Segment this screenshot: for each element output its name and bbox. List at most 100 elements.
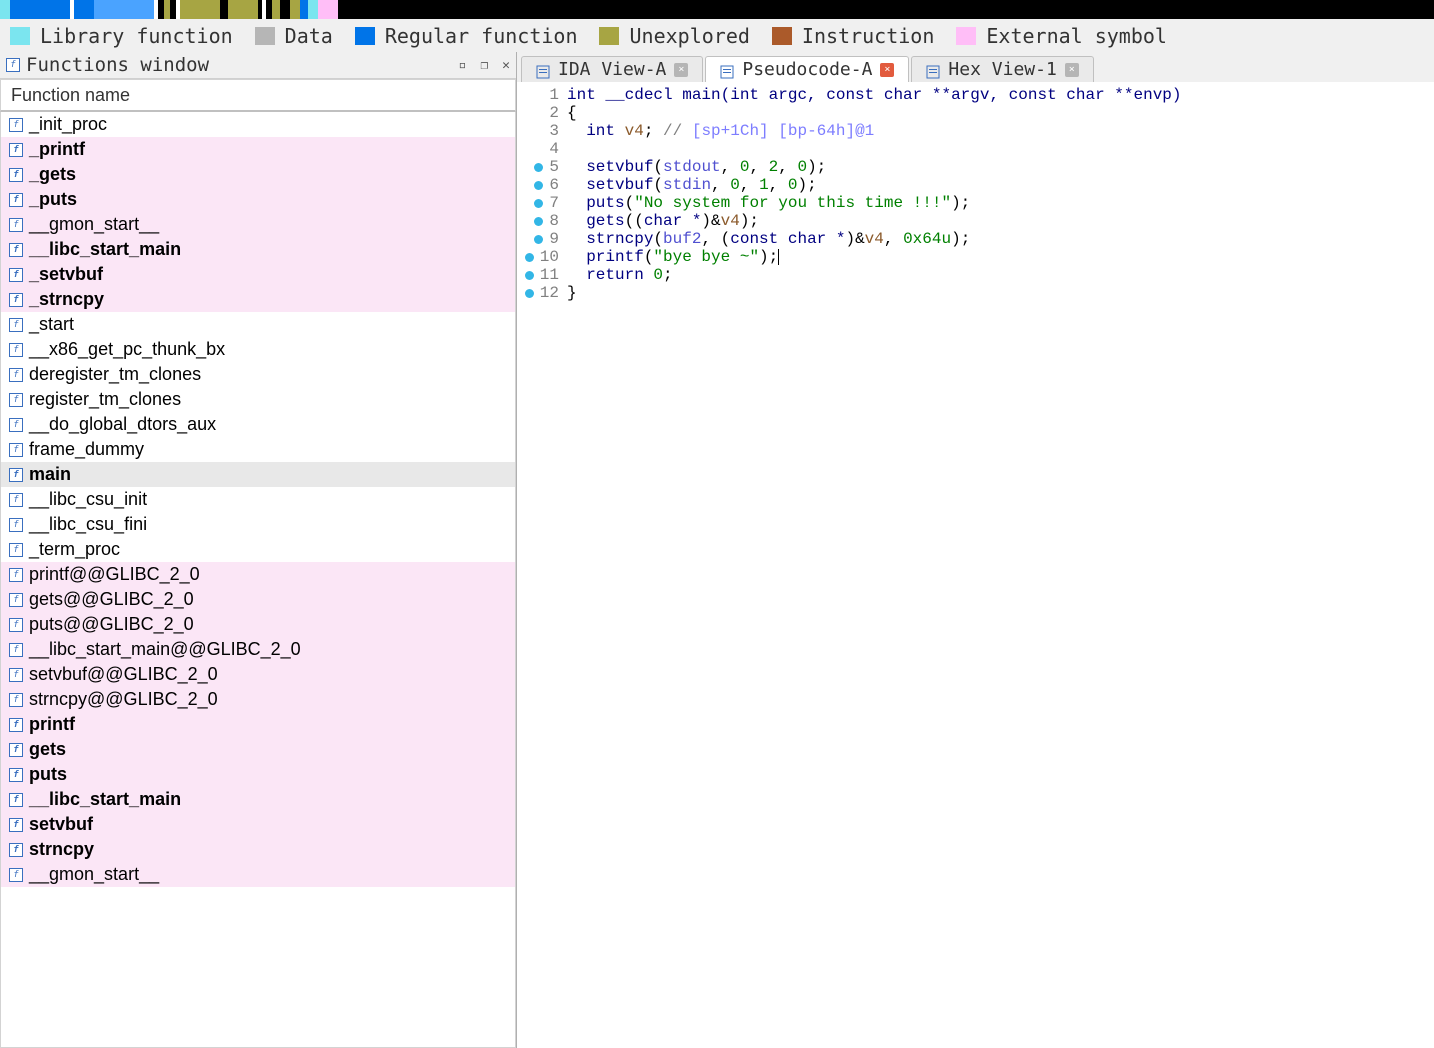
- function-row[interactable]: fputs: [1, 762, 515, 787]
- function-row[interactable]: f__x86_get_pc_thunk_bx: [1, 337, 515, 362]
- pseudocode-view[interactable]: 123456789101112 int __cdecl main(int arg…: [517, 82, 1434, 1048]
- functions-window-titlebar[interactable]: f Functions window ▫ ❐ ✕: [0, 52, 516, 79]
- function-icon: f: [9, 418, 23, 432]
- line-number: 5: [517, 158, 559, 176]
- overview-navigator[interactable]: [0, 0, 1434, 19]
- hex-view-icon: [926, 63, 940, 77]
- legend-label: Library function: [40, 24, 233, 48]
- tab[interactable]: IDA View-A ×: [521, 56, 703, 82]
- function-icon: f: [9, 168, 23, 182]
- function-row[interactable]: f strncpy: [1, 837, 515, 862]
- function-name: deregister_tm_clones: [29, 364, 201, 385]
- function-row[interactable]: f _printf: [1, 137, 515, 162]
- function-icon: f: [9, 343, 23, 357]
- function-row[interactable]: f__libc_csu_init: [1, 487, 515, 512]
- function-row[interactable]: fregister_tm_clones: [1, 387, 515, 412]
- function-row[interactable]: f_setvbuf: [1, 262, 515, 287]
- function-row[interactable]: fgets: [1, 737, 515, 762]
- function-name: __libc_start_main: [29, 789, 181, 810]
- function-row[interactable]: f__libc_start_main@@GLIBC_2_0: [1, 637, 515, 662]
- function-icon: f: [9, 843, 23, 857]
- breakpoint-dot[interactable]: [534, 199, 543, 208]
- breakpoint-dot[interactable]: [525, 289, 534, 298]
- line-number: 7: [517, 194, 559, 212]
- functions-list[interactable]: f_init_procf_printff_getsf_putsf__gmon_s…: [0, 112, 516, 1048]
- tab[interactable]: Hex View-1 ×: [911, 56, 1093, 82]
- function-icon: f: [9, 518, 23, 532]
- function-name: gets: [29, 739, 66, 760]
- function-name: _puts: [29, 189, 77, 210]
- function-name: __libc_start_main@@GLIBC_2_0: [29, 639, 301, 660]
- breakpoint-dot[interactable]: [534, 181, 543, 190]
- function-icon: f: [9, 268, 23, 282]
- function-name: _printf: [29, 139, 85, 160]
- function-name: gets@@GLIBC_2_0: [29, 589, 194, 610]
- function-row[interactable]: fprintf@@GLIBC_2_0: [1, 562, 515, 587]
- breakpoint-dot[interactable]: [525, 253, 534, 262]
- breakpoint-dot[interactable]: [534, 235, 543, 244]
- function-icon: f: [9, 618, 23, 632]
- function-name: _term_proc: [29, 539, 120, 560]
- function-icon: f: [9, 193, 23, 207]
- function-row[interactable]: fsetvbuf@@GLIBC_2_0: [1, 662, 515, 687]
- function-row[interactable]: f__libc_csu_fini: [1, 512, 515, 537]
- function-row[interactable]: fmain: [1, 462, 515, 487]
- function-row[interactable]: f__gmon_start__: [1, 212, 515, 237]
- breakpoint-dot[interactable]: [534, 217, 543, 226]
- function-name: _init_proc: [29, 114, 107, 135]
- legend-label: Data: [285, 24, 333, 48]
- function-row[interactable]: f strncpy@@GLIBC_2_0: [1, 687, 515, 712]
- function-row[interactable]: f __gmon_start__: [1, 862, 515, 887]
- line-number: 12: [517, 284, 559, 302]
- function-row[interactable]: f_gets: [1, 162, 515, 187]
- function-row[interactable]: f_strncpy: [1, 287, 515, 312]
- function-row[interactable]: fframe_dummy: [1, 437, 515, 462]
- function-row[interactable]: fgets@@GLIBC_2_0: [1, 587, 515, 612]
- function-icon: f: [9, 568, 23, 582]
- tab[interactable]: Pseudocode-A ×: [705, 56, 909, 82]
- function-name: __gmon_start__: [29, 864, 159, 885]
- function-row[interactable]: f_init_proc: [1, 112, 515, 137]
- function-name: strncpy@@GLIBC_2_0: [29, 689, 218, 710]
- function-name: main: [29, 464, 71, 485]
- line-number: 6: [517, 176, 559, 194]
- tab-label: Hex View-1: [948, 59, 1056, 80]
- legend-swatch: [772, 27, 792, 45]
- function-name: _start: [29, 314, 74, 335]
- legend-swatch: [599, 27, 619, 45]
- tab-close-icon[interactable]: ×: [1065, 63, 1079, 77]
- tab-close-icon[interactable]: ×: [880, 63, 894, 77]
- functions-column-header[interactable]: Function name: [0, 79, 516, 112]
- function-row[interactable]: f__libc_start_main: [1, 787, 515, 812]
- window-restore-icon[interactable]: ❐: [480, 58, 488, 73]
- function-row[interactable]: f_start: [1, 312, 515, 337]
- function-icon: f: [6, 58, 20, 72]
- breakpoint-dot[interactable]: [525, 271, 534, 280]
- function-row[interactable]: f _puts: [1, 187, 515, 212]
- function-row[interactable]: f_term_proc: [1, 537, 515, 562]
- function-row[interactable]: fputs@@GLIBC_2_0: [1, 612, 515, 637]
- tab-label: Pseudocode-A: [742, 59, 872, 80]
- function-icon: f: [9, 243, 23, 257]
- code-body[interactable]: int __cdecl main(int argc, const char **…: [563, 82, 1434, 1048]
- function-icon: f: [9, 693, 23, 707]
- window-close-icon[interactable]: ✕: [502, 58, 510, 73]
- function-row[interactable]: fderegister_tm_clones: [1, 362, 515, 387]
- function-row[interactable]: f__do_global_dtors_aux: [1, 412, 515, 437]
- function-icon: f: [9, 143, 23, 157]
- line-number: 4: [517, 140, 559, 158]
- function-row[interactable]: fsetvbuf: [1, 812, 515, 837]
- line-number: 9: [517, 230, 559, 248]
- tab-label: IDA View-A: [558, 59, 666, 80]
- function-row[interactable]: fprintf: [1, 712, 515, 737]
- legend-bar: Library functionDataRegular functionUnex…: [0, 19, 1434, 52]
- function-name: strncpy: [29, 839, 94, 860]
- function-row[interactable]: f__libc_start_main: [1, 237, 515, 262]
- function-icon: f: [9, 868, 23, 882]
- function-icon: f: [9, 393, 23, 407]
- breakpoint-dot[interactable]: [534, 163, 543, 172]
- line-number: 11: [517, 266, 559, 284]
- function-icon: f: [9, 468, 23, 482]
- window-minimize-icon[interactable]: ▫: [459, 58, 467, 73]
- tab-close-icon[interactable]: ×: [674, 63, 688, 77]
